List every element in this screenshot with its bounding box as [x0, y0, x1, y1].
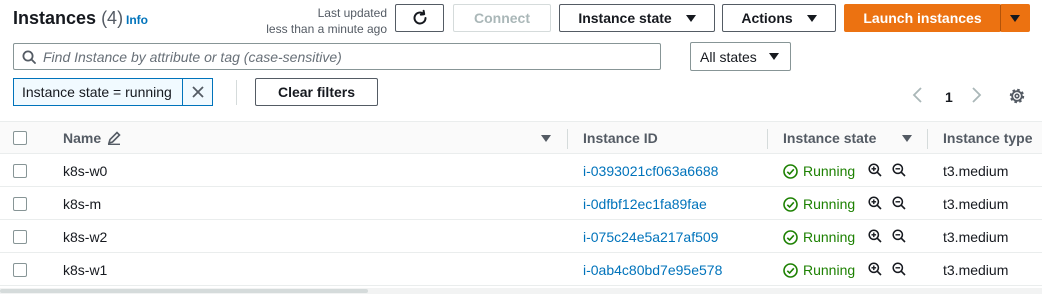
zoom-in-icon[interactable] — [868, 163, 882, 177]
launch-instances-button[interactable]: Launch instances — [844, 4, 1001, 32]
remove-filter-button[interactable] — [183, 78, 213, 106]
column-header-instance-state[interactable]: Instance state — [783, 130, 876, 146]
filter-token-label: Instance state = running — [13, 78, 184, 106]
row-checkbox[interactable] — [13, 230, 27, 244]
select-all-checkbox[interactable] — [13, 131, 27, 145]
states-select[interactable]: All states — [690, 42, 791, 71]
instance-name: k8s-w2 — [63, 229, 108, 245]
state-label: Running — [803, 262, 856, 278]
last-updated: Last updated less than a minute ago — [250, 5, 387, 37]
check-circle-icon — [783, 163, 798, 179]
search-field[interactable] — [13, 43, 661, 70]
last-updated-label: Last updated — [317, 6, 387, 20]
instance-state-label: Instance state — [578, 10, 672, 26]
column-header-name-label: Name — [63, 130, 102, 146]
instance-state-button[interactable]: Instance state — [559, 4, 715, 32]
zoom-out-icon[interactable] — [892, 163, 906, 177]
sort-caret-icon[interactable] — [902, 135, 912, 142]
instance-type: t3.medium — [943, 163, 1009, 179]
table-settings-button[interactable] — [1008, 87, 1026, 105]
column-header-instance-type[interactable]: Instance type — [943, 130, 1032, 146]
instance-state-status: Running — [783, 163, 855, 179]
page-title: Instances (4) — [13, 8, 123, 29]
table-row[interactable]: k8s-w2 i-075c24e5a217af509 Running t3.me… — [0, 220, 1042, 253]
caret-down-icon — [806, 14, 817, 22]
instance-id-link[interactable]: i-0dfbf12ec1fa89fae — [583, 196, 707, 212]
instance-id-link[interactable]: i-0393021cf063a6688 — [583, 163, 718, 179]
gear-icon — [1009, 88, 1025, 104]
table-row[interactable]: k8s-w1 i-0ab4c80bd7e95e578 Running t3.me… — [0, 253, 1042, 286]
zoom-in-icon[interactable] — [868, 196, 882, 210]
instance-count: (4) — [101, 8, 124, 28]
search-icon — [22, 50, 36, 64]
row-checkbox[interactable] — [13, 197, 27, 211]
column-divider[interactable] — [767, 129, 768, 149]
state-label: Running — [803, 196, 856, 212]
instance-name: k8s-m — [63, 196, 102, 212]
page-title-text: Instances — [13, 8, 97, 28]
last-updated-value: less than a minute ago — [266, 22, 387, 36]
row-checkbox[interactable] — [13, 263, 27, 277]
check-circle-icon — [783, 262, 798, 278]
instance-type: t3.medium — [943, 196, 1009, 212]
next-page-button[interactable] — [970, 86, 982, 109]
launch-dropdown-button[interactable] — [1000, 4, 1030, 32]
scrollbar-thumb[interactable] — [0, 289, 368, 293]
filter-token: Instance state = running — [13, 78, 213, 106]
caret-down-icon — [1010, 14, 1020, 22]
instance-state-status: Running — [783, 262, 855, 278]
row-checkbox[interactable] — [13, 164, 27, 178]
states-select-value: All states — [700, 48, 757, 65]
actions-label: Actions — [741, 10, 793, 26]
instance-name: k8s-w0 — [63, 163, 108, 179]
instance-type: t3.medium — [943, 262, 1009, 278]
table-row[interactable]: k8s-w0 i-0393021cf063a6688 Running t3.me… — [0, 154, 1042, 187]
state-label: Running — [803, 163, 856, 179]
instance-type: t3.medium — [943, 229, 1009, 245]
actions-button[interactable]: Actions — [722, 4, 836, 32]
column-divider[interactable] — [927, 129, 928, 149]
search-input[interactable] — [43, 48, 643, 65]
zoom-out-icon[interactable] — [892, 262, 906, 276]
caret-down-icon — [768, 53, 779, 60]
current-page[interactable]: 1 — [945, 89, 953, 105]
table-row[interactable]: k8s-m i-0dfbf12ec1fa89fae Running t3.med… — [0, 187, 1042, 220]
chevron-right-icon — [972, 87, 982, 103]
clear-filters-button[interactable]: Clear filters — [255, 78, 378, 106]
column-header-instance-id[interactable]: Instance ID — [583, 130, 658, 146]
refresh-icon — [413, 9, 426, 25]
zoom-out-icon[interactable] — [892, 196, 906, 210]
caret-down-icon — [685, 14, 696, 22]
instance-state-status: Running — [783, 229, 855, 245]
instance-id-link[interactable]: i-0ab4c80bd7e95e578 — [583, 262, 722, 278]
instance-state-status: Running — [783, 196, 855, 212]
state-label: Running — [803, 229, 856, 245]
zoom-out-icon[interactable] — [892, 229, 906, 243]
zoom-in-icon[interactable] — [868, 262, 882, 276]
column-header-name[interactable]: Name — [63, 130, 121, 146]
close-icon — [191, 86, 204, 98]
check-circle-icon — [783, 196, 798, 212]
check-circle-icon — [783, 229, 798, 245]
instance-id-link[interactable]: i-075c24e5a217af509 — [583, 229, 718, 245]
divider — [236, 80, 237, 105]
chevron-left-icon — [912, 87, 922, 103]
sort-caret-icon[interactable] — [541, 135, 551, 142]
info-link[interactable]: Info — [126, 13, 148, 27]
connect-button[interactable]: Connect — [453, 4, 551, 32]
instance-name: k8s-w1 — [63, 262, 108, 278]
pencil-icon — [107, 131, 121, 146]
previous-page-button[interactable] — [912, 86, 924, 109]
column-divider[interactable] — [567, 129, 568, 149]
table-header: Name Instance ID Instance state Instance… — [0, 121, 1042, 154]
zoom-in-icon[interactable] — [868, 229, 882, 243]
refresh-button[interactable] — [395, 4, 444, 32]
